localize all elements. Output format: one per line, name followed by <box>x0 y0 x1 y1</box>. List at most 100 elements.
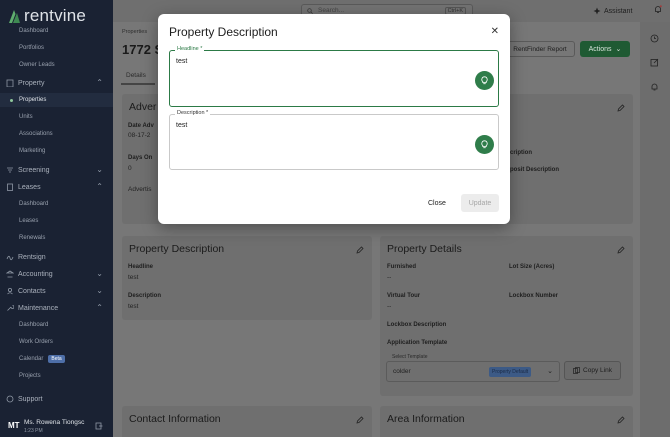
edit-icon[interactable] <box>617 246 625 254</box>
chevron-down-icon: ⌄ <box>615 46 622 53</box>
lockbox-number-label: Lockbox Number <box>509 293 559 299</box>
compose-icon[interactable] <box>650 58 659 67</box>
filter-icon <box>7 167 13 173</box>
update-label: Update <box>468 199 492 207</box>
sidebar-section-contacts[interactable]: Contacts ⌄ <box>0 284 113 298</box>
sidebar-section-label: Contacts <box>18 287 46 295</box>
sidebar-item-owner-leads[interactable]: Owner Leads <box>0 58 113 72</box>
lightbulb-icon <box>481 140 488 149</box>
update-button[interactable]: Update <box>461 194 499 212</box>
clock-icon[interactable] <box>650 34 659 43</box>
headline-label: Headline <box>128 264 154 270</box>
close-icon[interactable]: ✕ <box>491 26 499 37</box>
lot-size-label: Lot Size (Acres) <box>509 264 555 270</box>
edit-icon[interactable] <box>356 416 364 424</box>
sidebar-item-marketing[interactable]: Marketing <box>0 144 113 158</box>
description-label: Description <box>128 293 162 299</box>
actions-button[interactable]: Actions ⌄ <box>580 41 630 57</box>
days-on-market-value: 0 <box>128 165 132 172</box>
sidebar-item-maintenance-dashboard[interactable]: Dashboard <box>0 318 113 332</box>
card-title: Adver <box>129 101 157 113</box>
headline-field-value[interactable]: test <box>176 58 187 65</box>
sidebar-item-projects[interactable]: Projects <box>0 369 113 383</box>
card-title: Area Information <box>387 413 465 425</box>
edit-icon[interactable] <box>356 246 364 254</box>
edit-icon[interactable] <box>617 416 625 424</box>
avatar: MT <box>8 421 20 430</box>
brand-logo[interactable]: rentvine <box>8 6 86 26</box>
description-field[interactable]: Description * test <box>169 110 499 170</box>
chevron-up-icon: ⌃ <box>96 303 103 312</box>
sidebar-item-label: Dashboard <box>19 28 49 34</box>
sidebar-item-work-orders[interactable]: Work Orders <box>0 335 113 349</box>
sidebar-item-label: Work Orders <box>19 339 53 345</box>
date-advertised-label: Date Adv <box>128 123 154 129</box>
close-button[interactable]: Close <box>428 200 446 207</box>
ai-suggest-headline-button[interactable] <box>475 71 494 90</box>
rentvine-logo-icon <box>9 9 20 23</box>
actions-label: Actions <box>588 45 612 53</box>
chevron-up-icon: ⌃ <box>96 78 103 87</box>
building-icon <box>6 79 14 87</box>
lockbox-description-label: Lockbox Description <box>387 322 447 328</box>
brand-name: rentvine <box>24 6 87 25</box>
bank-icon <box>6 270 14 278</box>
description-value: test <box>128 303 139 310</box>
copy-link-button[interactable]: Copy Link <box>564 361 621 380</box>
sidebar-section-label: Property <box>18 79 45 87</box>
sidebar-item-leases-dashboard[interactable]: Dashboard <box>0 197 113 211</box>
sidebar-section-screening[interactable]: Screening ⌄ <box>0 163 113 177</box>
chevron-up-icon: ⌃ <box>96 182 103 191</box>
description-field-value[interactable]: test <box>176 122 187 129</box>
furnished-value: -- <box>387 274 392 281</box>
card-title: Contact Information <box>129 413 221 425</box>
search-placeholder: Search... <box>318 7 345 14</box>
right-rail <box>640 22 670 437</box>
deposit-description-label-partial: posit Description <box>510 167 560 173</box>
chevron-down-icon: ⌄ <box>96 286 103 295</box>
furnished-label: Furnished <box>387 264 417 270</box>
sidebar-item-associations[interactable]: Associations <box>0 127 113 141</box>
sidebar-section-accounting[interactable]: Accounting ⌄ <box>0 267 113 281</box>
sidebar-item-properties[interactable]: Properties <box>0 93 113 107</box>
breadcrumb[interactable]: Properties <box>122 29 147 35</box>
logout-icon[interactable] <box>95 422 103 430</box>
sidebar-item-leases[interactable]: Leases <box>0 214 113 228</box>
sidebar-item-portfolios[interactable]: Portfolios <box>0 41 113 55</box>
copy-icon <box>573 367 580 374</box>
sidebar-item-label: Properties <box>19 97 47 103</box>
tab-details[interactable]: Details <box>126 72 146 79</box>
edit-icon[interactable] <box>617 104 625 112</box>
sidebar-section-support[interactable]: Support <box>0 392 113 406</box>
ai-suggest-description-button[interactable] <box>475 135 494 154</box>
assistant-label: Assistant <box>604 7 633 15</box>
user-time: 1:23 PM <box>24 428 43 434</box>
select-template-legend: Select Template <box>390 354 430 360</box>
days-on-market-label: Days On <box>128 155 153 161</box>
sidebar-item-owners-dashboard[interactable]: Dashboard <box>0 24 113 38</box>
sidebar-section-leases[interactable]: Leases ⌃ <box>0 180 113 194</box>
sidebar-item-calendar[interactable]: Calendar Beta <box>0 352 113 366</box>
sidebar-item-label: Owner Leads <box>19 62 55 68</box>
headline-field-label: Headline * <box>175 46 205 52</box>
user-menu[interactable]: MT Ms. Rowena Tiongsc 1:23 PM <box>0 415 113 437</box>
sidebar-item-units[interactable]: Units <box>0 110 113 124</box>
template-select[interactable]: colder Property Default ⌄ <box>386 361 560 382</box>
lightbulb-icon <box>481 76 488 85</box>
contact-information-card: Contact Information <box>122 406 372 437</box>
sidebar-item-renewals[interactable]: Renewals <box>0 231 113 245</box>
chevron-down-icon: ⌄ <box>96 269 103 278</box>
sidebar-section-maintenance[interactable]: Maintenance ⌃ <box>0 301 113 315</box>
notification-bell-icon[interactable] <box>650 82 659 91</box>
sidebar-item-label: Calendar <box>19 356 44 362</box>
sidebar-section-label: Leases <box>18 183 41 191</box>
sidebar-section-rentsign[interactable]: Rentsign <box>0 250 113 264</box>
rentfinder-report-button[interactable]: RentFinder Report <box>505 41 575 57</box>
sidebar-item-label: Dashboard <box>19 322 49 328</box>
help-circle-icon <box>6 395 14 403</box>
bell-icon[interactable] <box>654 5 662 14</box>
assistant-button[interactable]: Assistant <box>593 7 632 15</box>
headline-field[interactable]: Headline * test <box>169 46 499 107</box>
sidebar-section-label: Rentsign <box>18 253 46 261</box>
sidebar-section-property[interactable]: Property ⌃ <box>0 76 113 90</box>
